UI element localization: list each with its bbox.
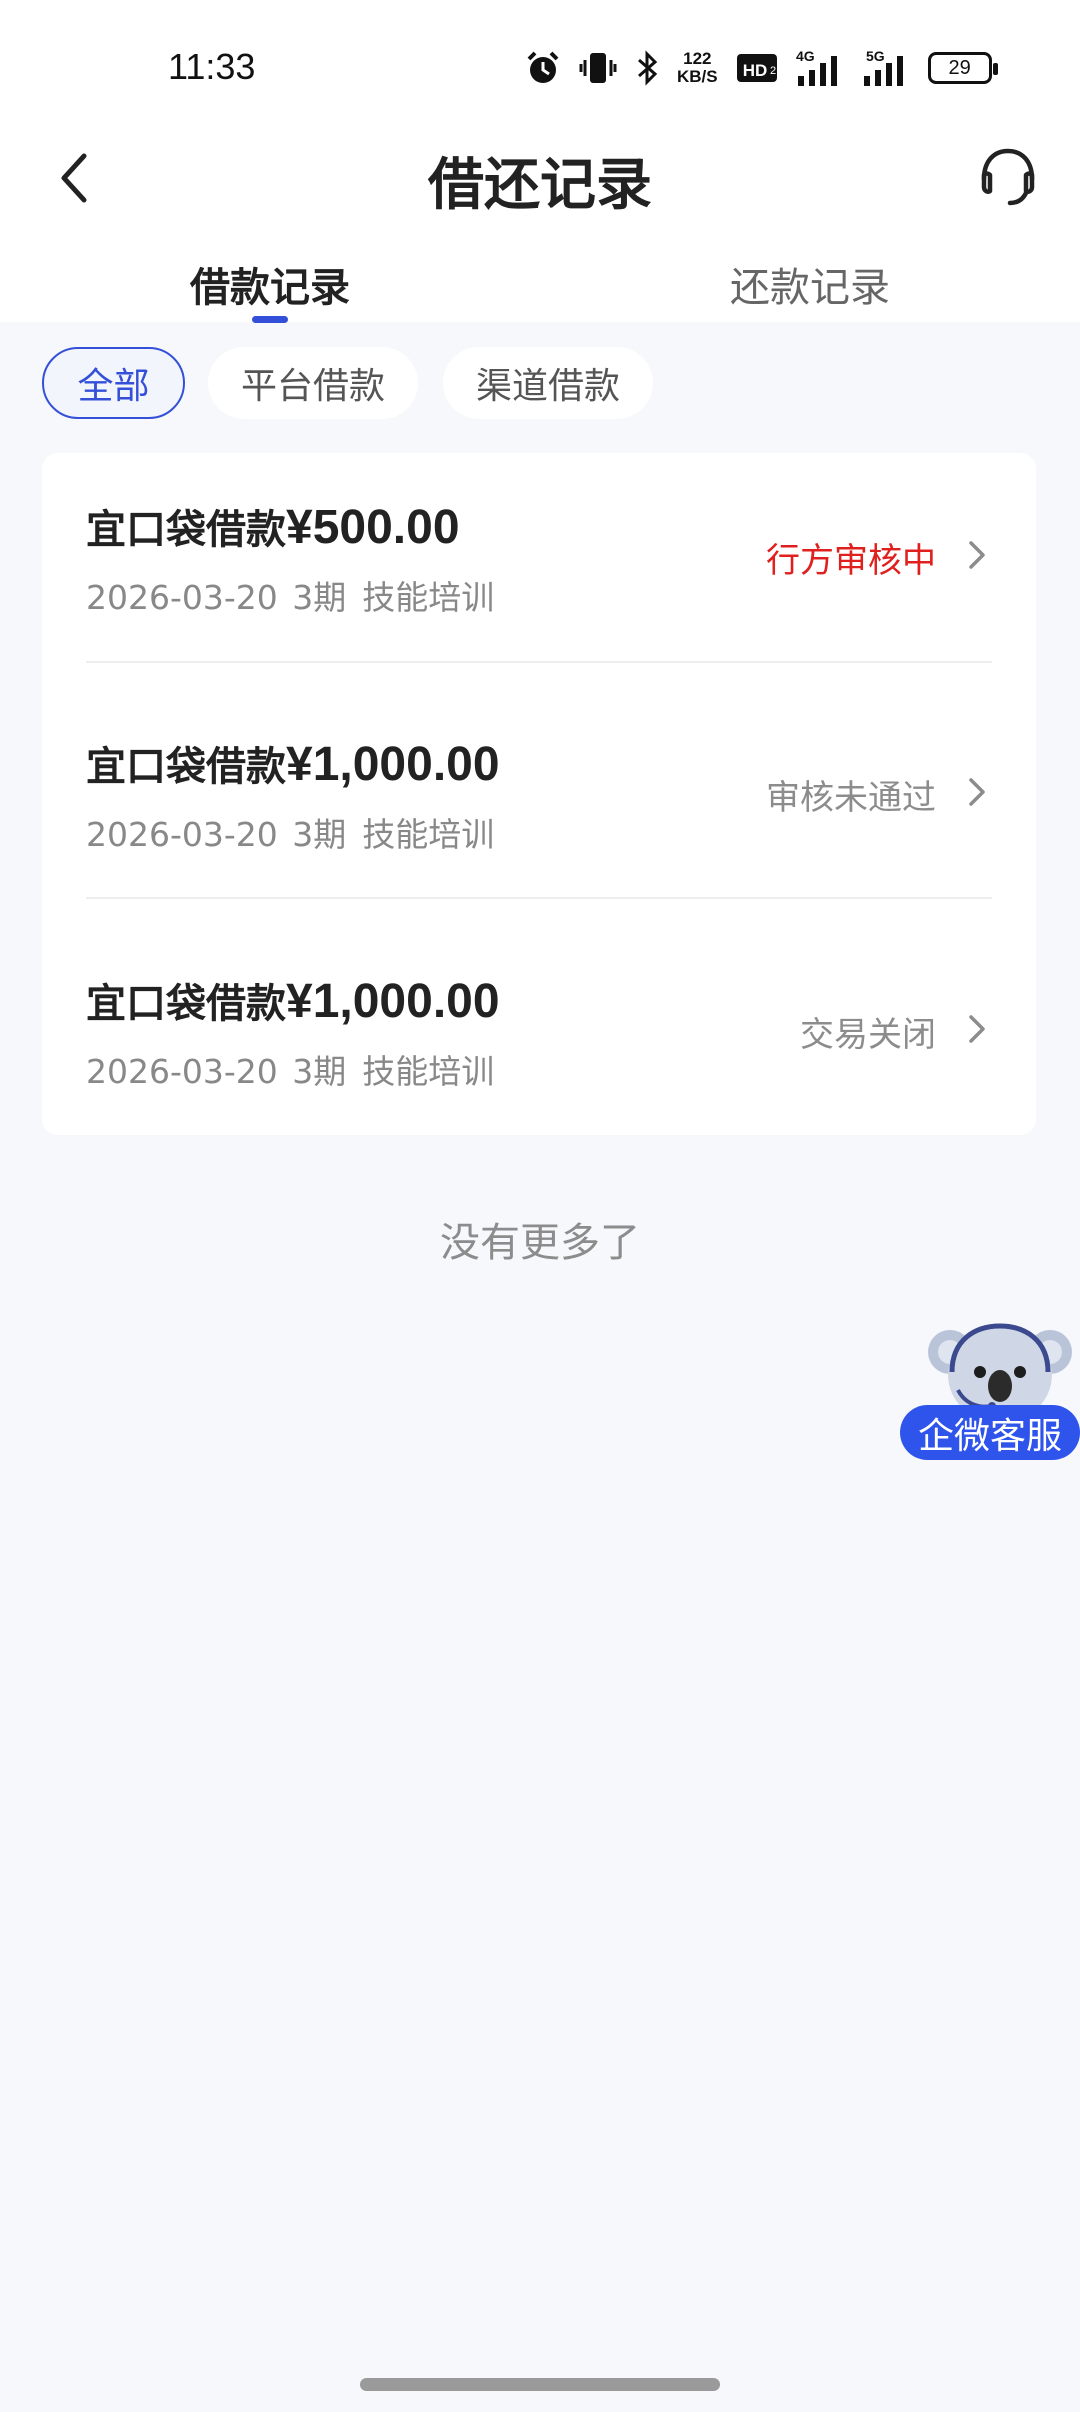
record-purpose: 技能培训 bbox=[362, 815, 495, 854]
record-meta: 2026-03-20 3期 技能培训 bbox=[86, 571, 494, 619]
koala-mascot-icon bbox=[928, 1323, 1072, 1420]
status-time: 11:33 bbox=[168, 46, 256, 87]
record-purpose: 技能培训 bbox=[362, 1052, 495, 1091]
record-term: 3期 bbox=[292, 815, 347, 854]
net2-label: 5G bbox=[866, 48, 885, 64]
record-date: 2026-03-20 bbox=[86, 1052, 278, 1091]
page-title: 借还记录 bbox=[428, 153, 652, 218]
record-purpose: 技能培训 bbox=[362, 578, 495, 617]
record-amount: ¥500.00 bbox=[286, 501, 460, 554]
divider bbox=[86, 661, 992, 663]
record-status: 行方审核中 bbox=[766, 541, 936, 581]
alarm-icon bbox=[527, 51, 559, 83]
floating-support-label: 企微客服 bbox=[900, 1405, 1080, 1460]
record-title: 宜口袋借款¥500.00 bbox=[86, 497, 460, 555]
bluetooth-icon bbox=[638, 50, 658, 86]
signal-4g-icon: 4G bbox=[796, 48, 837, 86]
signal-5g-icon: 5G bbox=[863, 48, 903, 86]
record-term: 3期 bbox=[292, 578, 347, 617]
record-date: 2026-03-20 bbox=[86, 815, 278, 854]
record-term: 3期 bbox=[292, 1052, 347, 1091]
status-icons: 122 KB/S HD 2 4G 5G 29 bbox=[525, 44, 998, 92]
battery-level: 29 bbox=[948, 56, 971, 79]
floating-support-button[interactable]: 企微客服 bbox=[900, 1310, 1080, 1465]
tab-repay-records[interactable]: 还款记录 bbox=[730, 255, 890, 313]
records-list: 宜口袋借款¥500.00 2026-03-20 3期 技能培训 行方审核中 宜口袋… bbox=[42, 453, 1036, 1135]
net-speed-value: 122 bbox=[683, 49, 712, 68]
net1-label: 4G bbox=[796, 48, 815, 64]
hd-icon: HD 2 bbox=[736, 54, 777, 82]
filter-chip-all[interactable]: 全部 bbox=[42, 347, 185, 419]
battery-icon: 29 bbox=[927, 52, 998, 84]
chevron-right-icon bbox=[969, 1015, 985, 1043]
record-item[interactable]: 宜口袋借款¥500.00 2026-03-20 3期 技能培训 行方审核中 bbox=[42, 453, 1036, 690]
no-more-label: 没有更多了 bbox=[440, 1220, 640, 1266]
vibrate-icon bbox=[579, 53, 617, 83]
record-item[interactable]: 宜口袋借款¥1,000.00 2026-03-20 3期 技能培训 交易关闭 bbox=[42, 927, 1036, 1164]
record-amount: ¥1,000.00 bbox=[286, 975, 500, 1028]
filter-chip-channel[interactable]: 渠道借款 bbox=[443, 347, 653, 419]
record-product: 宜口袋借款 bbox=[86, 507, 286, 553]
hd-label: HD bbox=[742, 61, 767, 80]
record-date: 2026-03-20 bbox=[86, 578, 278, 617]
record-item[interactable]: 宜口袋借款¥1,000.00 2026-03-20 3期 技能培训 审核未通过 bbox=[42, 690, 1036, 927]
record-title: 宜口袋借款¥1,000.00 bbox=[86, 734, 500, 792]
record-product: 宜口袋借款 bbox=[86, 981, 286, 1027]
tab-borrow-records[interactable]: 借款记录 bbox=[190, 255, 350, 313]
filter-chip-platform[interactable]: 平台借款 bbox=[208, 347, 418, 419]
record-status: 交易关闭 bbox=[800, 1015, 936, 1055]
active-tab-indicator bbox=[252, 316, 288, 323]
net-speed-unit: KB/S bbox=[677, 67, 718, 86]
chevron-right-icon bbox=[969, 778, 985, 806]
record-meta: 2026-03-20 3期 技能培训 bbox=[86, 808, 494, 856]
headset-icon[interactable] bbox=[976, 145, 1040, 209]
record-product: 宜口袋借款 bbox=[86, 744, 286, 790]
home-indicator[interactable] bbox=[360, 2378, 720, 2391]
status-bar: 11:33 122 KB/S HD 2 4G 5G 29 bbox=[0, 0, 1080, 135]
divider bbox=[86, 897, 992, 899]
net-speed: 122 KB/S bbox=[677, 50, 718, 86]
record-status: 审核未通过 bbox=[766, 778, 936, 818]
svg-text:2: 2 bbox=[770, 65, 776, 77]
chevron-right-icon bbox=[969, 541, 985, 569]
record-meta: 2026-03-20 3期 技能培训 bbox=[86, 1045, 494, 1093]
record-title: 宜口袋借款¥1,000.00 bbox=[86, 971, 500, 1029]
record-amount: ¥1,000.00 bbox=[286, 738, 500, 791]
